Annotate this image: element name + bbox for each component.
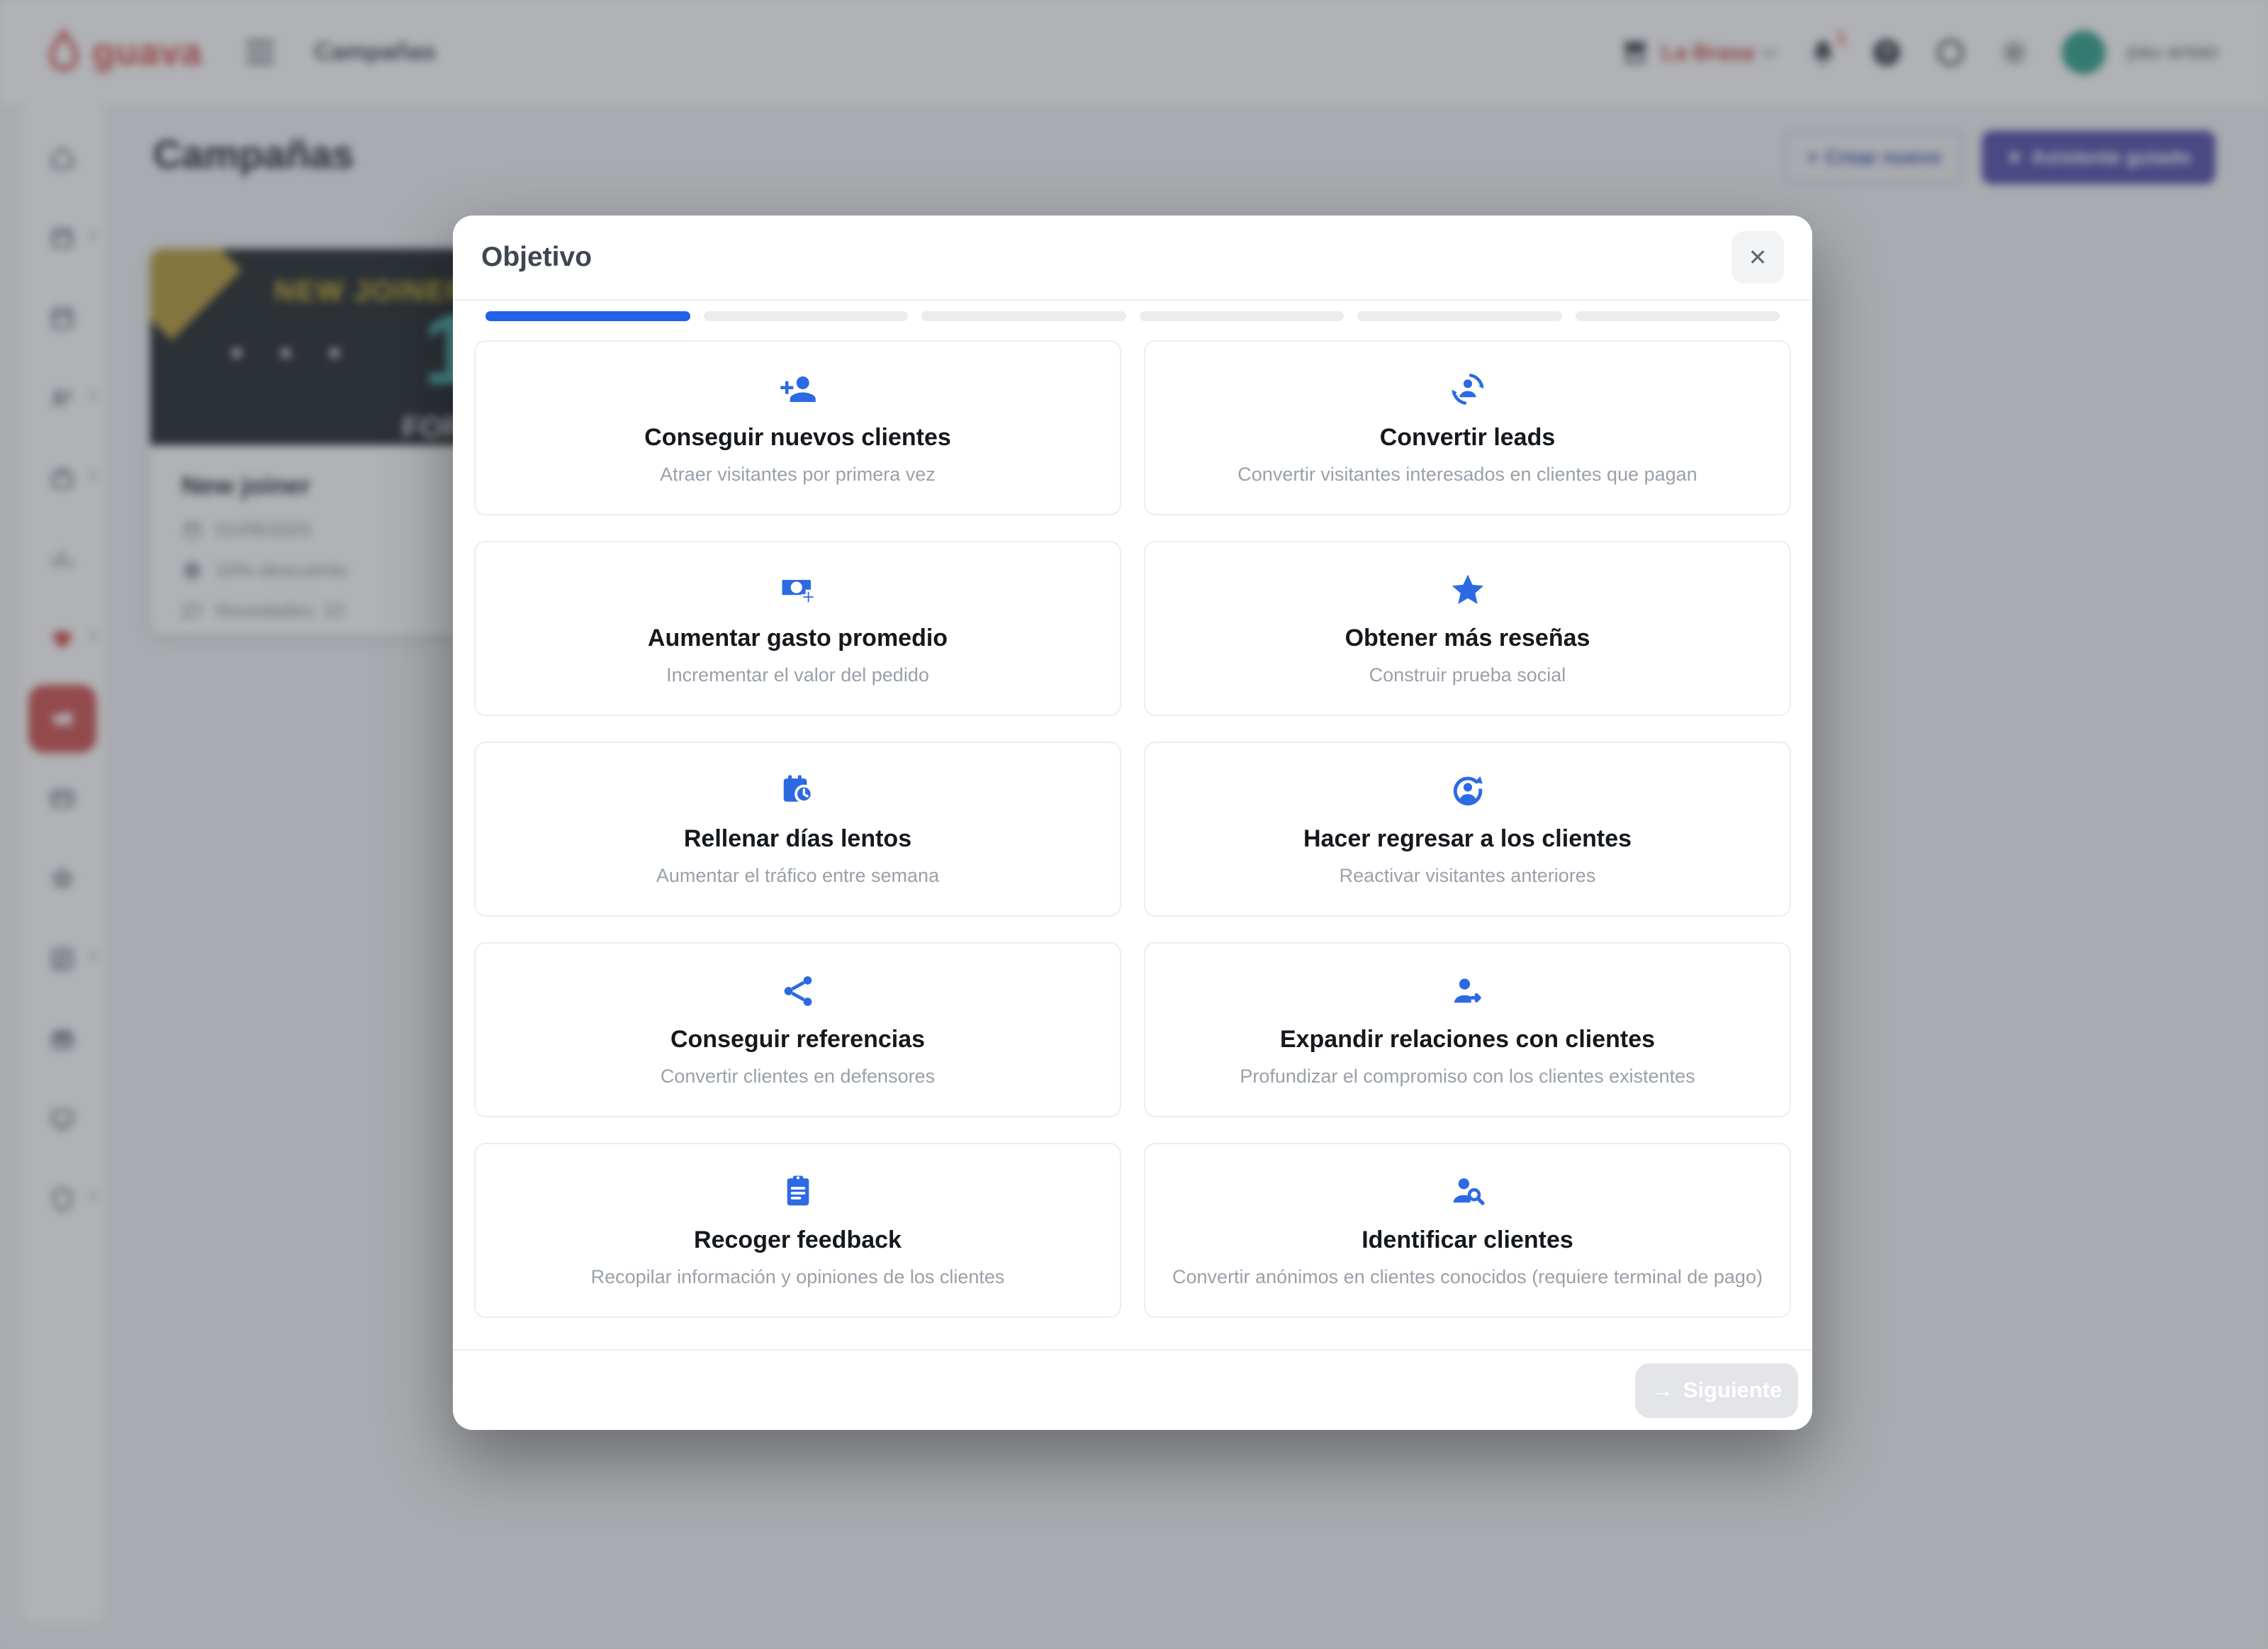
option-increase-spend[interactable]: Aumentar gasto promedio Incrementar el v… [474, 541, 1121, 716]
person-refresh-icon [1449, 771, 1487, 810]
clipboard-icon [779, 1173, 817, 1211]
option-bring-back-customers[interactable]: Hacer regresar a los clientes Reactivar … [1144, 742, 1791, 917]
option-collect-feedback[interactable]: Recoger feedback Recopilar información y… [474, 1143, 1121, 1318]
objective-modal: Objetivo ✕ Conseguir nuevos clientes Atr… [453, 216, 1812, 1430]
star-icon [1449, 571, 1487, 609]
progress-step-1 [485, 311, 690, 321]
modal-title: Objetivo [481, 242, 592, 273]
share-icon [779, 972, 817, 1010]
next-button[interactable]: → Siguiente [1635, 1363, 1798, 1418]
screen: guava Campañas La Brasa 1 ? [0, 0, 2268, 1649]
progress-step-3 [921, 311, 1126, 321]
option-new-customers[interactable]: Conseguir nuevos clientes Atraer visitan… [474, 340, 1121, 515]
option-fill-slow-days[interactable]: Rellenar días lentos Aumentar el tráfico… [474, 742, 1121, 917]
option-convert-leads[interactable]: Convertir leads Convertir visitantes int… [1144, 340, 1791, 515]
calendar-clock-icon [779, 771, 817, 810]
option-more-reviews[interactable]: Obtener más reseñas Construir prueba soc… [1144, 541, 1791, 716]
option-get-referrals[interactable]: Conseguir referencias Convertir clientes… [474, 942, 1121, 1117]
option-expand-relationships[interactable]: Expandir relaciones con clientes Profund… [1144, 942, 1791, 1117]
progress-step-2 [704, 311, 909, 321]
wizard-progress-bar [485, 311, 1780, 321]
objective-options-grid: Conseguir nuevos clientes Atraer visitan… [474, 340, 1791, 1318]
person-arrow-icon [1449, 972, 1487, 1010]
option-identify-customers[interactable]: Identificar clientes Convertir anónimos … [1144, 1143, 1791, 1318]
cash-plus-icon [779, 571, 817, 609]
person-add-icon [779, 370, 817, 408]
progress-step-4 [1140, 311, 1344, 321]
progress-step-6 [1576, 311, 1780, 321]
person-search-icon [1449, 1173, 1487, 1211]
modal-footer: → Siguiente [453, 1349, 1812, 1430]
person-sync-icon [1449, 370, 1487, 408]
arrow-right-icon: → [1651, 1377, 1673, 1403]
close-icon[interactable]: ✕ [1731, 231, 1784, 284]
progress-step-5 [1357, 311, 1562, 321]
